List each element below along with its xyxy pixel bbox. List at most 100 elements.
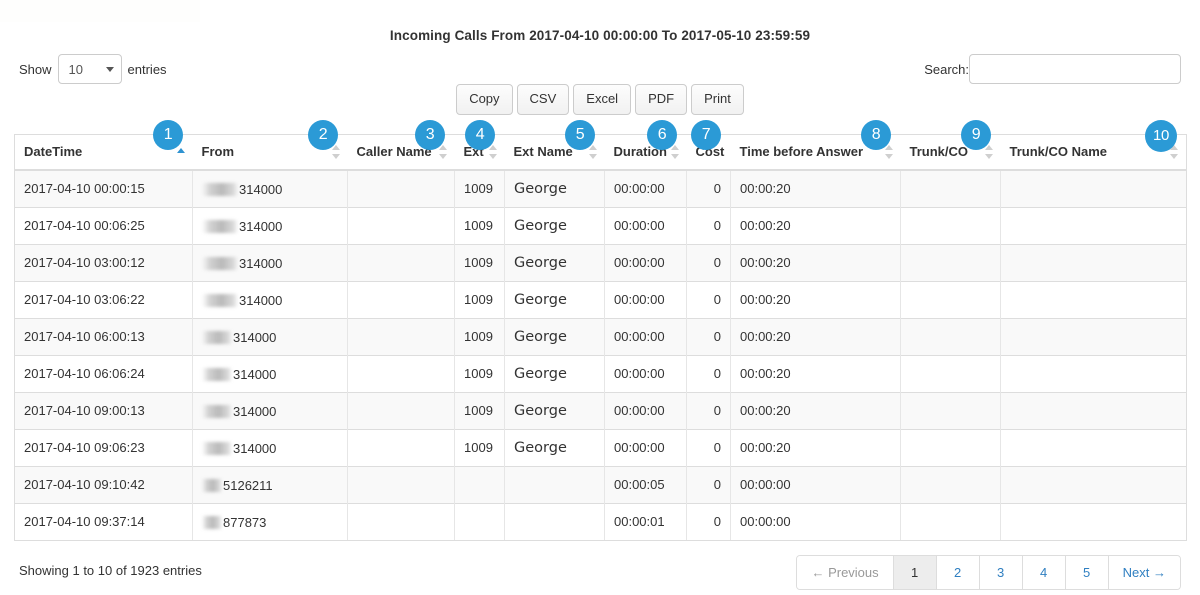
cell-ext: 1009 (455, 207, 505, 244)
column-header-label: DateTime (24, 144, 82, 159)
column-header-label: Ext Name (514, 144, 573, 159)
table-row[interactable]: 2017-04-10 09:06:233140001009George00:00… (15, 429, 1187, 466)
cell-cost: 0 (687, 392, 731, 429)
cell-cost: 0 (687, 207, 731, 244)
page-length-select-wrap: 10 (58, 54, 122, 84)
table-wrapper: DateTimeFromCaller NameExtExt NameDurati… (14, 134, 1186, 541)
from-number: 314000 (239, 293, 282, 308)
entries-label: entries (128, 62, 167, 77)
cell-time-before-answer: 00:00:20 (731, 429, 901, 466)
redacted-caller-prefix (202, 442, 232, 455)
cell-cost: 0 (687, 170, 731, 208)
cell-trunk (901, 355, 1001, 392)
cell-from: 314000 (193, 170, 348, 208)
callout-badge-5: 5 (565, 120, 595, 150)
table-row[interactable]: 2017-04-10 06:06:243140001009George00:00… (15, 355, 1187, 392)
cell-caller-name (348, 429, 455, 466)
from-number: 314000 (239, 256, 282, 271)
print-button[interactable]: Print (691, 84, 744, 115)
pagination-page-5[interactable]: 5 (1066, 556, 1109, 590)
cell-trunk (901, 392, 1001, 429)
cell-duration: 00:00:00 (605, 170, 687, 208)
pagination-page-3[interactable]: 3 (980, 556, 1023, 590)
cell-ext-name: George (505, 207, 605, 244)
table-row[interactable]: 2017-04-10 09:37:1487787300:00:01000:00:… (15, 503, 1187, 540)
cell-caller-name (348, 244, 455, 281)
table-row[interactable]: 2017-04-10 09:10:42512621100:00:05000:00… (15, 466, 1187, 503)
cell-duration: 00:00:00 (605, 429, 687, 466)
cell-trunk-name (1001, 429, 1187, 466)
pagination-next[interactable]: Next → (1109, 556, 1180, 590)
cell-trunk (901, 281, 1001, 318)
table-row[interactable]: 2017-04-10 09:00:133140001009George00:00… (15, 392, 1187, 429)
cell-duration: 00:00:00 (605, 318, 687, 355)
cell-from: 314000 (193, 429, 348, 466)
callout-badge-8: 8 (861, 120, 891, 150)
cell-from: 314000 (193, 355, 348, 392)
cell-trunk (901, 244, 1001, 281)
cell-trunk-name (1001, 503, 1187, 540)
redacted-caller-prefix (202, 257, 238, 270)
cell-cost: 0 (687, 244, 731, 281)
from-number: 314000 (239, 219, 282, 234)
cell-ext: 1009 (455, 392, 505, 429)
redacted-caller-prefix (202, 479, 222, 492)
cell-ext-name (505, 466, 605, 503)
table-row[interactable]: 2017-04-10 00:00:153140001009George00:00… (15, 170, 1187, 208)
callout-badge-7: 7 (691, 120, 721, 150)
search-input[interactable] (969, 54, 1181, 84)
cell-time-before-answer: 00:00:20 (731, 207, 901, 244)
callout-badge-1: 1 (153, 120, 183, 150)
table-body: 2017-04-10 00:00:153140001009George00:00… (15, 170, 1187, 541)
cell-time-before-answer: 00:00:00 (731, 466, 901, 503)
page-length-select[interactable]: 10 (58, 54, 122, 84)
cell-ext-name: George (505, 429, 605, 466)
pagination-page-4[interactable]: 4 (1023, 556, 1066, 590)
table-info: Showing 1 to 10 of 1923 entries (19, 563, 202, 578)
redacted-caller-prefix (202, 368, 232, 381)
cell-caller-name (348, 170, 455, 208)
table-controls: Show 10 entries Search: (14, 54, 1186, 88)
cell-datetime: 2017-04-10 09:00:13 (15, 392, 193, 429)
from-number: 877873 (223, 515, 266, 530)
cell-ext: 1009 (455, 429, 505, 466)
cell-ext-name: George (505, 355, 605, 392)
cell-trunk (901, 429, 1001, 466)
cell-datetime: 2017-04-10 06:06:24 (15, 355, 193, 392)
csv-button[interactable]: CSV (517, 84, 570, 115)
redacted-caller-prefix (202, 331, 232, 344)
cell-caller-name (348, 466, 455, 503)
excel-button[interactable]: Excel (573, 84, 631, 115)
from-number: 314000 (233, 330, 276, 345)
pdf-button[interactable]: PDF (635, 84, 687, 115)
cell-datetime: 2017-04-10 00:06:25 (15, 207, 193, 244)
table-row[interactable]: 2017-04-10 03:06:223140001009George00:00… (15, 281, 1187, 318)
cell-ext (455, 466, 505, 503)
table-row[interactable]: 2017-04-10 03:00:123140001009George00:00… (15, 244, 1187, 281)
cell-caller-name (348, 281, 455, 318)
pagination-page-2[interactable]: 2 (937, 556, 980, 590)
cell-time-before-answer: 00:00:20 (731, 355, 901, 392)
pagination-page-1[interactable]: 1 (894, 556, 937, 590)
cell-duration: 00:00:00 (605, 281, 687, 318)
cell-datetime: 2017-04-10 09:37:14 (15, 503, 193, 540)
pagination-previous[interactable]: ← Previous (797, 556, 893, 590)
cell-time-before-answer: 00:00:20 (731, 392, 901, 429)
cell-from: 314000 (193, 207, 348, 244)
table-row[interactable]: 2017-04-10 06:00:133140001009George00:00… (15, 318, 1187, 355)
table-row[interactable]: 2017-04-10 00:06:25 314000 1009George 00:00… (15, 207, 1187, 244)
export-button-group: CopyCSVExcelPDFPrint (14, 84, 1186, 115)
cell-caller-name (348, 207, 455, 244)
cell-ext: 1009 (455, 281, 505, 318)
callout-badge-2: 2 (308, 120, 338, 150)
cell-trunk (901, 466, 1001, 503)
from-number: 5126211 (223, 478, 273, 493)
column-header-label: Trunk/CO Name (1010, 144, 1108, 159)
show-label: Show (19, 62, 52, 77)
cell-caller-name (348, 392, 455, 429)
search-control: Search: (924, 54, 1181, 84)
cell-ext-name: George (505, 281, 605, 318)
cell-from: 5126211 (193, 466, 348, 503)
copy-button[interactable]: Copy (456, 84, 512, 115)
cell-trunk (901, 503, 1001, 540)
